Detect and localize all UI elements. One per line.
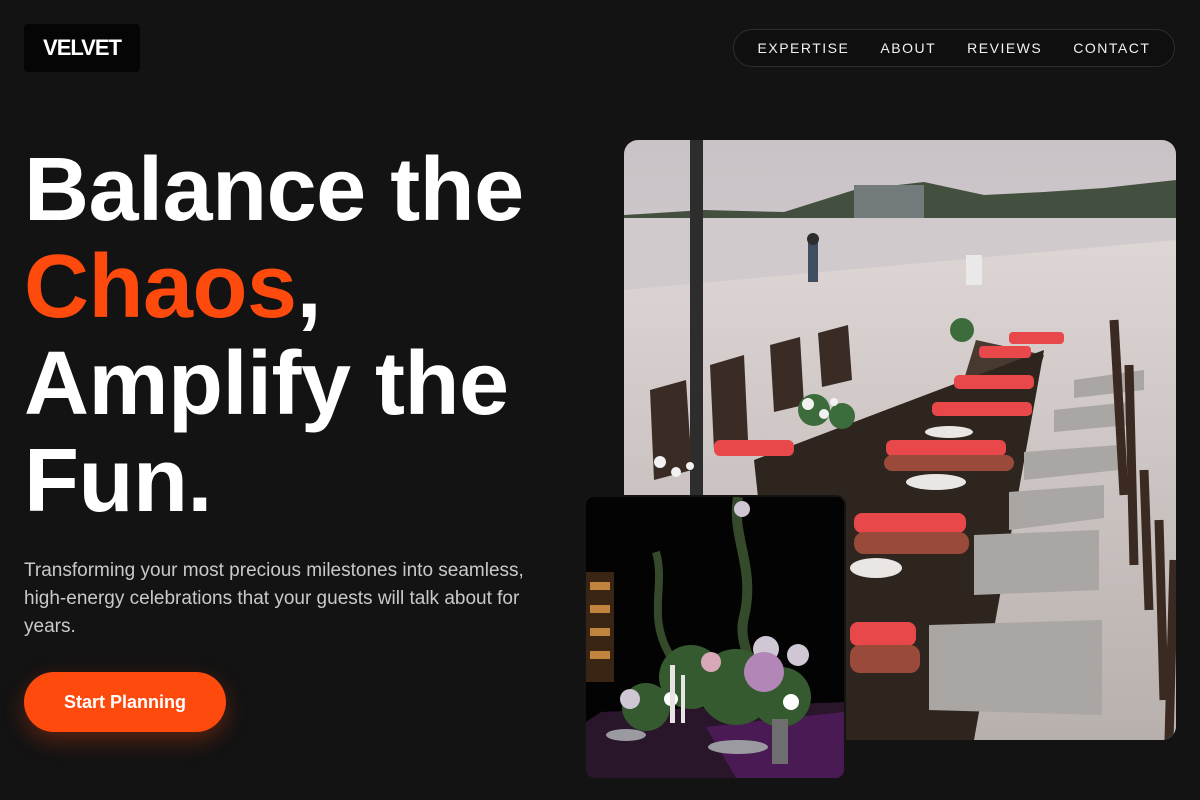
hero-image-secondary [584, 495, 846, 780]
headline-comma: , [296, 237, 322, 337]
headline-line-3: Amplify the [24, 334, 509, 434]
logo[interactable]: VELVET [24, 24, 140, 72]
hero-subtext: Transforming your most precious mileston… [24, 560, 524, 637]
headline-line-1: Balance the [24, 140, 524, 240]
nav-link-reviews[interactable]: REVIEWS [967, 40, 1042, 56]
hero-headline: Balance the Chaos, Amplify the Fun. [24, 142, 624, 530]
nav-link-contact[interactable]: CONTACT [1073, 40, 1150, 56]
main-nav: EXPERTISE ABOUT REVIEWS CONTACT [733, 29, 1175, 67]
nav-link-about[interactable]: ABOUT [880, 40, 936, 56]
nav-link-expertise[interactable]: EXPERTISE [758, 40, 850, 56]
headline-line-4: Fun. [24, 431, 212, 531]
start-planning-button[interactable]: Start Planning [24, 672, 226, 732]
headline-accent: Chaos [24, 237, 297, 337]
